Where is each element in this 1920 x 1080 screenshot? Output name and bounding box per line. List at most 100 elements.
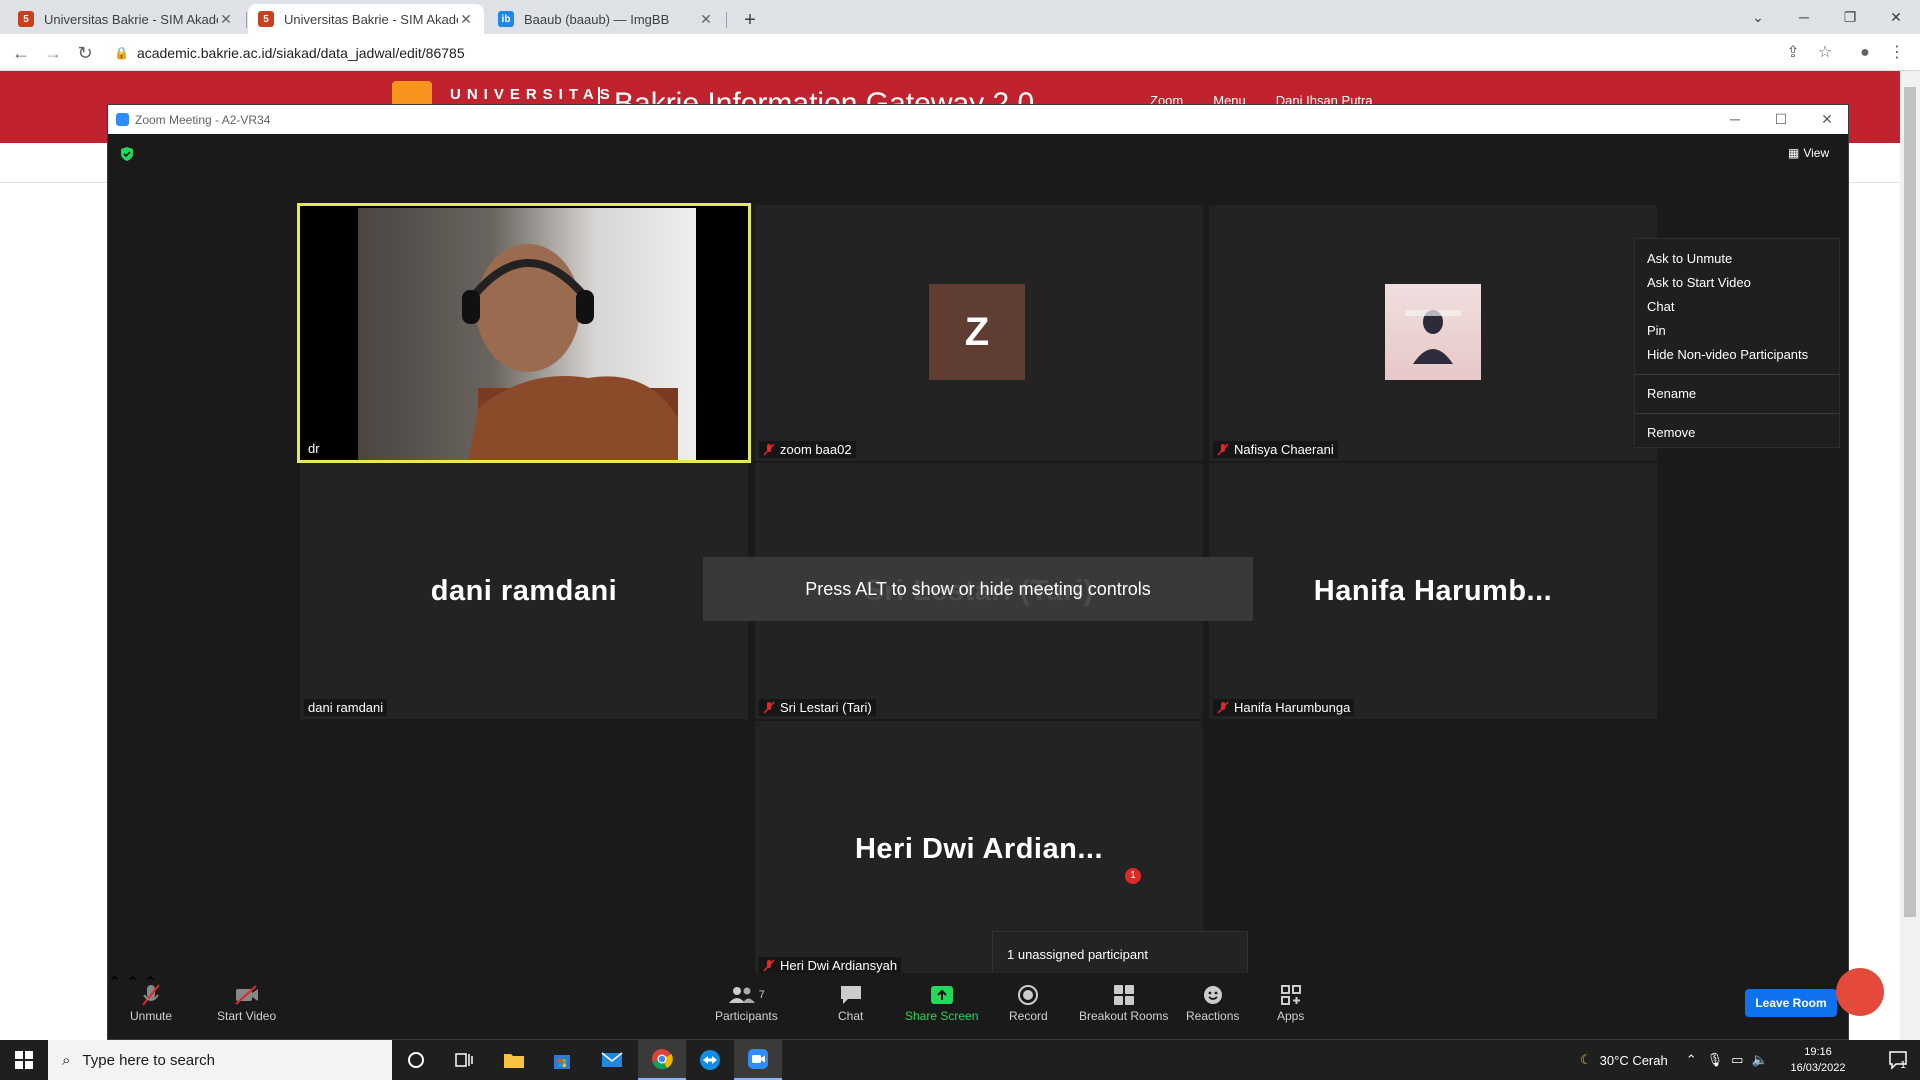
reactions-button[interactable]: Reactions — [1186, 981, 1239, 1023]
muted-mic-icon — [763, 442, 775, 456]
participant-tile-zoom-baa02[interactable]: Z zoom baa02 — [755, 205, 1203, 461]
minimize-icon[interactable]: ─ — [1784, 6, 1824, 28]
menu-item-chat[interactable]: Chat — [1635, 295, 1839, 319]
more-menu-icon[interactable]: ⋮ — [1884, 40, 1910, 66]
menu-item-pin[interactable]: Pin — [1635, 319, 1839, 343]
menu-item-hide-non-video[interactable]: Hide Non-video Participants — [1635, 343, 1839, 367]
new-tab-icon[interactable]: + — [736, 6, 764, 34]
task-view-icon[interactable] — [440, 1040, 488, 1080]
unmute-button[interactable]: Unmute — [130, 981, 172, 1023]
scrollbar-thumb[interactable] — [1904, 87, 1916, 917]
file-explorer-icon[interactable] — [490, 1040, 538, 1080]
tab-divider — [726, 12, 727, 28]
participant-tile-hanifa[interactable]: Hanifa Harumb... Hanifa Harumbunga — [1209, 463, 1657, 719]
participant-tile-dr[interactable]: dr — [297, 203, 751, 463]
reload-icon[interactable]: ↻ — [72, 40, 98, 66]
cortana-icon[interactable] — [392, 1040, 440, 1080]
encryption-shield-icon[interactable] — [120, 146, 134, 162]
taskbar-search-box[interactable]: ⌕ Type here to search — [48, 1040, 392, 1080]
participant-video — [358, 208, 696, 460]
browser-tab-3[interactable]: ib Baaub (baaub) — ImgBB ✕ — [488, 4, 724, 34]
share-screen-button[interactable]: Share Screen — [905, 981, 978, 1023]
start-video-button[interactable]: Start Video — [217, 981, 276, 1023]
zoom-minimize-icon[interactable]: ─ — [1712, 105, 1758, 134]
participant-name: Nafisya Chaerani — [1234, 442, 1334, 457]
participant-avatar: Z — [929, 284, 1025, 380]
close-tab-icon[interactable]: ✕ — [698, 11, 714, 28]
mail-icon[interactable] — [588, 1040, 636, 1080]
weather-text[interactable]: 30°C Cerah — [1600, 1053, 1668, 1068]
muted-mic-icon — [1217, 700, 1229, 714]
share-icon[interactable]: ⇪ — [1780, 40, 1806, 66]
chat-icon — [840, 986, 861, 1004]
teamviewer-icon[interactable] — [686, 1040, 734, 1080]
zoom-meeting-window: Zoom Meeting - A2-VR34 ─ ☐ ✕ ▦ View dr Z — [107, 104, 1849, 1040]
participants-button[interactable]: 7 Participants — [715, 981, 778, 1023]
participant-big-name: Hanifa Harumb... — [1313, 574, 1553, 607]
volume-icon[interactable]: 🔈 — [1751, 1052, 1767, 1068]
search-placeholder: Type here to search — [82, 1051, 215, 1069]
address-bar[interactable]: 🔒 academic.bakrie.ac.id/siakad/data_jadw… — [108, 38, 1838, 67]
menu-item-ask-to-unmute[interactable]: Ask to Unmute — [1635, 247, 1839, 271]
url-text: academic.bakrie.ac.id/siakad/data_jadwal… — [136, 44, 465, 61]
chat-label: Chat — [838, 1009, 864, 1023]
participant-name: Hanifa Harumbunga — [1234, 700, 1351, 715]
zoom-close-icon[interactable]: ✕ — [1804, 105, 1850, 134]
browser-toolbar: ← → ↻ 🔒 academic.bakrie.ac.id/siakad/dat… — [0, 34, 1920, 71]
menu-item-ask-to-start-video[interactable]: Ask to Start Video — [1635, 271, 1839, 295]
show-hidden-icons-icon[interactable]: ⌃ — [1686, 1052, 1697, 1068]
participant-tile-dani-ramdani[interactable]: dani ramdani dani ramdani — [300, 463, 748, 719]
video-off-icon — [234, 985, 258, 1005]
apps-icon — [1280, 985, 1301, 1005]
participant-tile-nafisya[interactable]: Nafisya Chaerani — [1209, 205, 1657, 461]
clock-time: 19:16 — [1804, 1046, 1832, 1058]
audio-options-caret-icon[interactable]: ⌃ — [108, 975, 121, 992]
taskbar-clock[interactable]: 19:16 16/03/2022 — [1790, 1044, 1846, 1076]
lock-icon[interactable]: 🔒 — [114, 46, 129, 60]
windows-start-button[interactable] — [0, 1040, 48, 1080]
windows-logo-icon — [15, 1051, 33, 1069]
bookmark-star-icon[interactable]: ☆ — [1812, 40, 1838, 66]
html5-favicon-icon: 5 — [18, 11, 34, 27]
weather-moon-icon[interactable]: ☾ — [1580, 1052, 1592, 1068]
record-button[interactable]: Record — [1009, 981, 1048, 1023]
close-window-icon[interactable]: ✕ — [1876, 6, 1916, 28]
apps-button[interactable]: Apps — [1277, 981, 1304, 1023]
zoom-maximize-icon[interactable]: ☐ — [1758, 105, 1804, 134]
participants-count: 7 — [758, 989, 765, 1001]
zoom-window-title: Zoom Meeting - A2-VR34 — [135, 112, 271, 127]
muted-mic-icon — [763, 700, 775, 714]
participant-name-label: Nafisya Chaerani — [1213, 441, 1338, 458]
notification-center-icon[interactable]: 1 — [1874, 1040, 1920, 1080]
reactions-icon — [1203, 986, 1222, 1004]
browser-tab-1[interactable]: 5 Universitas Bakrie - SIM Akadem ✕ — [8, 4, 244, 34]
microsoft-store-icon[interactable] — [538, 1040, 586, 1080]
chat-button[interactable]: Chat — [838, 981, 863, 1023]
forward-icon[interactable]: → — [40, 40, 66, 66]
profile-icon[interactable]: ● — [1852, 40, 1878, 66]
unassigned-participant-tooltip[interactable]: 1 unassigned participant — [992, 931, 1248, 977]
page-scrollbar[interactable] — [1900, 71, 1920, 1041]
network-icon[interactable]: ▭ — [1731, 1052, 1743, 1068]
menu-item-rename[interactable]: Rename — [1635, 382, 1839, 406]
tab-search-icon[interactable]: ⌄ — [1738, 6, 1778, 28]
menu-divider — [1635, 413, 1839, 414]
close-tab-icon[interactable]: ✕ — [458, 11, 474, 28]
live-chat-bubble-icon[interactable] — [1836, 968, 1884, 1016]
zoom-taskbar-icon[interactable] — [734, 1040, 782, 1080]
leave-room-button[interactable]: Leave Room — [1745, 989, 1837, 1017]
browser-tab-2[interactable]: 5 Universitas Bakrie - SIM Akadem ✕ — [248, 4, 484, 34]
breakout-rooms-button[interactable]: Breakout Rooms — [1079, 981, 1168, 1023]
restore-icon[interactable]: ❐ — [1830, 6, 1870, 28]
close-tab-icon[interactable]: ✕ — [218, 11, 234, 28]
chrome-icon[interactable] — [638, 1040, 686, 1080]
microphone-icon[interactable]: 🎙 — [1707, 1052, 1724, 1068]
breakout-rooms-icon — [1113, 985, 1134, 1005]
muted-mic-icon — [142, 984, 160, 1006]
menu-item-remove[interactable]: Remove — [1635, 421, 1839, 445]
tab-divider — [246, 12, 247, 28]
share-screen-label: Share Screen — [905, 1009, 979, 1023]
participant-name-label: Heri Dwi Ardiansyah — [759, 957, 902, 974]
view-button[interactable]: ▦ View — [1788, 146, 1829, 160]
back-icon[interactable]: ← — [8, 40, 34, 66]
